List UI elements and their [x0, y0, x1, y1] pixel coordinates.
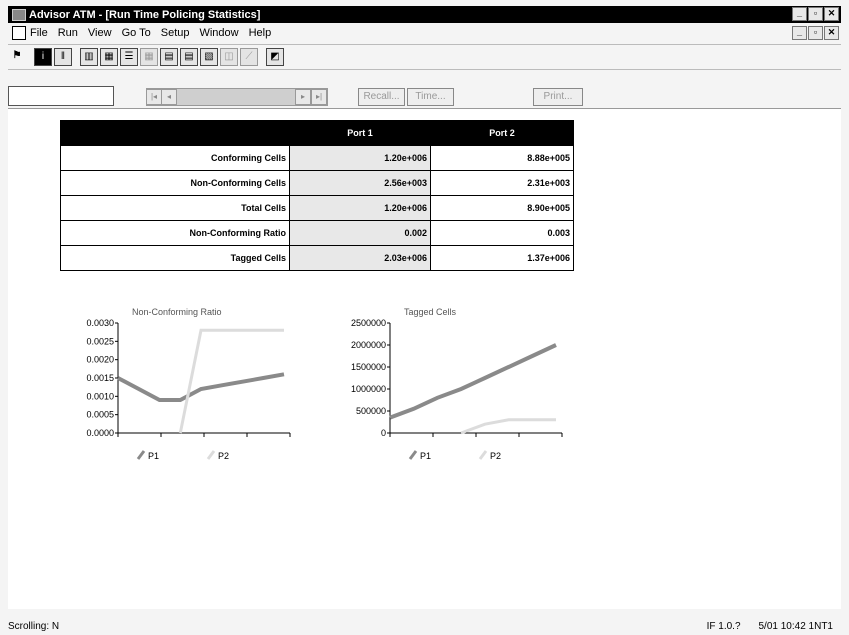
legend-swatch	[136, 450, 146, 460]
y-tick-label: 1500000	[351, 362, 386, 372]
table-row: Non-Conforming Ratio 0.002 0.003	[60, 220, 574, 246]
row-label: Non-Conforming Cells	[60, 170, 290, 196]
y-tick-label: 0.0015	[86, 373, 114, 383]
row-label: Total Cells	[60, 195, 290, 221]
nav-bar: |◂ ◂ ▸ ▸| Recall... Time... Print...	[8, 86, 841, 106]
last-button[interactable]: ▸|	[311, 89, 327, 105]
port2-value: 1.37e+006	[430, 245, 574, 271]
port2-value: 8.88e+005	[430, 145, 574, 171]
capture-icon[interactable]: ◩	[266, 48, 284, 66]
table-row: Total Cells 1.20e+006 8.90e+005	[60, 195, 574, 221]
non-conforming-ratio-chart: Non-Conforming Ratio 0.0030 0.0025 0.0020 0.…	[86, 307, 291, 461]
y-tick-label: 0.0005	[86, 410, 114, 420]
table-header-blank	[60, 120, 290, 146]
y-tick-label: 1000000	[351, 384, 386, 394]
recall-button[interactable]: Recall...	[358, 88, 405, 106]
legend-label: P1	[148, 451, 159, 461]
status-interface: IF 1.0.?	[706, 620, 741, 632]
search-input[interactable]	[8, 86, 114, 106]
table-row: Tagged Cells 2.03e+006 1.37e+006	[60, 245, 574, 271]
menu-run[interactable]: Run	[58, 27, 78, 39]
graph-icon[interactable]: ▧	[200, 48, 218, 66]
grid-icon[interactable]: ▦	[140, 48, 158, 66]
port1-value: 0.002	[289, 220, 431, 246]
disabled2-icon[interactable]: ⟋	[240, 48, 258, 66]
y-tick-label: 2000000	[351, 340, 386, 350]
series-line-p2	[460, 418, 556, 435]
run-icon[interactable]: ⚑	[8, 48, 26, 66]
menu-file[interactable]: File	[30, 27, 48, 39]
menu-help[interactable]: Help	[249, 27, 272, 39]
chart1-icon[interactable]: ▥	[80, 48, 98, 66]
y-tick-label: 0.0020	[86, 355, 114, 365]
app-icon	[12, 8, 26, 21]
window-title: Advisor ATM - [Run Time Policing Statist…	[29, 8, 261, 21]
port1-value: 2.03e+006	[289, 245, 431, 271]
table-header-port1: Port 1	[289, 120, 431, 146]
y-tick-label: 0.0010	[86, 391, 114, 401]
legend-label: P2	[490, 451, 501, 461]
document-icon[interactable]	[12, 25, 26, 40]
y-tick-label: 0.0000	[86, 428, 114, 438]
port2-value: 2.31e+003	[430, 170, 574, 196]
table-row: Non-Conforming Cells 2.56e+003 2.31e+003	[60, 170, 574, 196]
table-header-port2: Port 2	[430, 120, 574, 146]
y-tick-label: 0.0030	[86, 318, 114, 328]
list-icon[interactable]: ☰	[120, 48, 138, 66]
time-scrollbar[interactable]: |◂ ◂ ▸ ▸|	[146, 88, 328, 106]
series-line-p1	[389, 343, 557, 420]
statistics-view: Port 1 Port 2 Conforming Cells 1.20e+006…	[8, 108, 841, 609]
print-button[interactable]: Print...	[533, 88, 583, 106]
status-time: 5/01 10:42 1NT1	[758, 620, 834, 632]
port1-value: 1.20e+006	[289, 145, 431, 171]
doc-maximize-button[interactable]: ▫	[808, 26, 823, 40]
port2-value: 0.003	[430, 220, 574, 246]
series-line-p1	[117, 372, 285, 402]
row-label: Conforming Cells	[60, 145, 290, 171]
chart-title: Non-Conforming Ratio	[132, 307, 222, 317]
first-button[interactable]: |◂	[146, 89, 162, 105]
y-tick-label: 0	[381, 428, 386, 438]
minimize-button[interactable]: _	[792, 7, 807, 21]
menu-bar: File Run View Go To Setup Window Help _ …	[8, 24, 841, 41]
table-icon[interactable]: ▤	[160, 48, 178, 66]
status-bar: Scrolling: N IF 1.0.? 5/01 10:42 1NT1	[8, 619, 841, 633]
y-tick-label: 2500000	[351, 318, 386, 328]
stats-icon[interactable]: ▤	[180, 48, 198, 66]
close-button[interactable]: ✕	[824, 7, 839, 21]
menu-goto[interactable]: Go To	[122, 27, 151, 39]
table-row: Conforming Cells 1.20e+006 8.88e+005	[60, 145, 574, 171]
disabled1-icon[interactable]: ◫	[220, 48, 238, 66]
menu-setup[interactable]: Setup	[161, 27, 190, 39]
stats-table: Port 1 Port 2 Conforming Cells 1.20e+006…	[60, 120, 574, 271]
toolbar: ⚑ i ‖ ▥ ▦ ☰ ▦ ▤ ▤ ▧ ◫ ⟋ ◩	[8, 44, 841, 70]
row-label: Tagged Cells	[60, 245, 290, 271]
maximize-button[interactable]: ▫	[808, 7, 823, 21]
port1-value: 1.20e+006	[289, 195, 431, 221]
chart-title: Tagged Cells	[404, 307, 457, 317]
menu-view[interactable]: View	[88, 27, 112, 39]
legend-label: P2	[218, 451, 229, 461]
y-tick-label: 500000	[356, 406, 386, 416]
chart2-icon[interactable]: ▦	[100, 48, 118, 66]
doc-close-button[interactable]: ✕	[824, 26, 839, 40]
info-icon[interactable]: i	[34, 48, 52, 66]
legend-swatch	[206, 450, 216, 460]
doc-minimize-button[interactable]: _	[792, 26, 807, 40]
status-left: Scrolling: N	[8, 620, 60, 632]
prev-button[interactable]: ◂	[161, 89, 177, 105]
legend-label: P1	[420, 451, 431, 461]
time-button[interactable]: Time...	[407, 88, 454, 106]
legend-swatch	[408, 450, 418, 460]
trace-icon[interactable]: ‖	[54, 48, 72, 66]
port1-value: 2.56e+003	[289, 170, 431, 196]
legend-swatch	[478, 450, 488, 460]
next-button[interactable]: ▸	[295, 89, 311, 105]
y-tick-label: 0.0025	[86, 336, 114, 346]
tagged-cells-chart: Tagged Cells 2500000 2000000 1500000 1000000…	[351, 307, 563, 461]
title-bar: Advisor ATM - [Run Time Policing Statist…	[8, 6, 841, 23]
port2-value: 8.90e+005	[430, 195, 574, 221]
menu-window[interactable]: Window	[199, 27, 238, 39]
row-label: Non-Conforming Ratio	[60, 220, 290, 246]
